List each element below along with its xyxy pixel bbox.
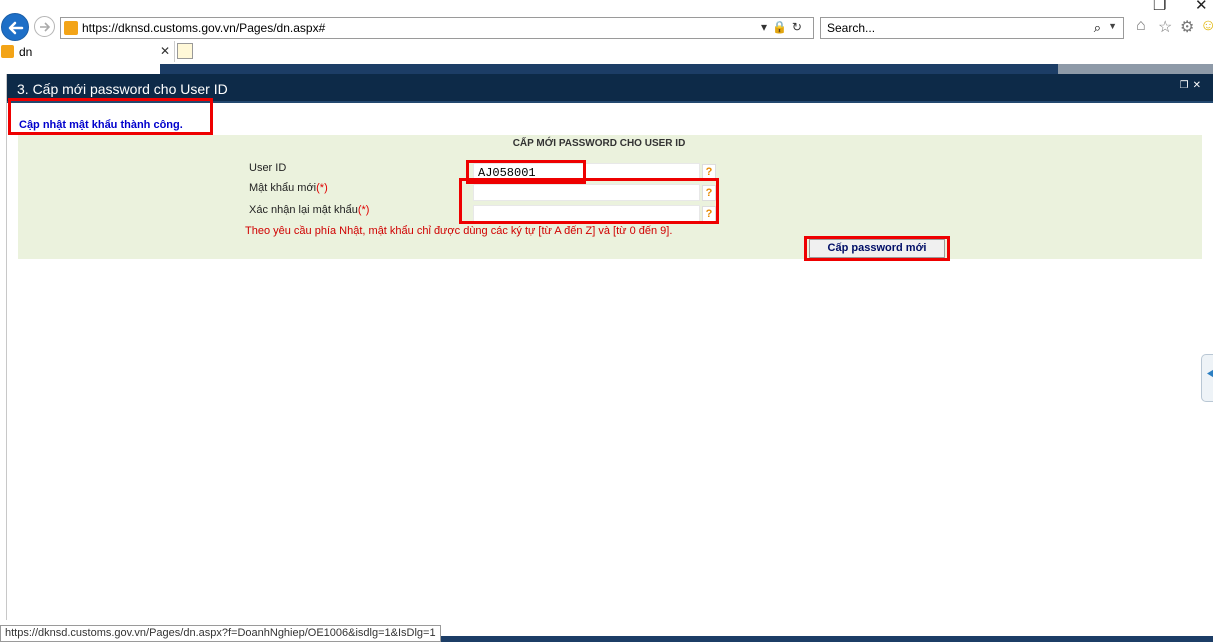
forward-button[interactable] bbox=[34, 16, 55, 37]
address-bar[interactable]: https://dknsd.customs.gov.vn/Pages/dn.as… bbox=[60, 17, 814, 39]
dialog-title: 3. Cấp mới password cho User ID bbox=[17, 81, 228, 97]
tab-title[interactable]: dn bbox=[19, 45, 32, 59]
address-tools[interactable]: ▾🔒↻ bbox=[761, 20, 807, 34]
new-password-label: Mật khẩu mới(*) bbox=[249, 182, 328, 194]
tab-favicon-icon bbox=[1, 45, 14, 58]
annotation-box-submit bbox=[804, 236, 950, 261]
favorites-star-icon[interactable]: ☆ bbox=[1158, 17, 1172, 37]
form-title: CẤP MỚI PASSWORD CHO USER ID bbox=[512, 138, 686, 149]
confirm-password-label: Xác nhận lại mật khẩu(*) bbox=[249, 204, 370, 216]
restore-window-icon[interactable]: ❐ bbox=[1153, 0, 1166, 14]
password-rule-note: Theo yêu cầu phía Nhật, mật khẩu chỉ đượ… bbox=[245, 225, 673, 237]
chevron-left-icon bbox=[1207, 368, 1213, 379]
tab-row: dn ✕ bbox=[0, 41, 1213, 62]
browser-chrome: https://dknsd.customs.gov.vn/Pages/dn.as… bbox=[0, 0, 1213, 64]
browser-tab[interactable]: dn ✕ bbox=[0, 41, 175, 62]
annotation-box-success bbox=[8, 98, 213, 135]
tab-close-icon[interactable]: ✕ bbox=[160, 44, 170, 58]
required-mark: (*) bbox=[357, 204, 370, 216]
home-icon[interactable]: ⌂ bbox=[1136, 17, 1146, 35]
address-url[interactable]: https://dknsd.customs.gov.vn/Pages/dn.as… bbox=[82, 21, 325, 35]
site-favicon-icon bbox=[64, 21, 78, 35]
footer-strip bbox=[438, 636, 1213, 642]
close-window-icon[interactable]: ✕ bbox=[1195, 0, 1208, 14]
site-banner-gray bbox=[1058, 64, 1213, 74]
search-icon[interactable]: ⌕ bbox=[1094, 20, 1101, 36]
dialog-window-controls[interactable]: ❐✕ bbox=[1180, 80, 1205, 91]
smiley-feedback-icon[interactable]: ☺ bbox=[1200, 17, 1213, 35]
annotation-box-password-fields bbox=[459, 178, 719, 224]
back-arrow-icon bbox=[8, 21, 24, 35]
panel-left-edge bbox=[0, 74, 7, 620]
required-mark: (*) bbox=[316, 182, 328, 194]
user-id-label: User ID bbox=[249, 162, 287, 174]
site-banner-dark bbox=[160, 64, 1058, 74]
settings-gear-icon[interactable]: ⚙ bbox=[1180, 17, 1194, 37]
side-panel-toggle[interactable] bbox=[1201, 354, 1213, 402]
page: https://dknsd.customs.gov.vn/Pages/dn.as… bbox=[0, 0, 1213, 642]
search-box[interactable]: Search... ⌕ ▼ bbox=[820, 17, 1124, 39]
search-dropdown-icon[interactable]: ▼ bbox=[1108, 21, 1117, 31]
forward-arrow-icon bbox=[40, 22, 51, 32]
back-button[interactable] bbox=[1, 13, 29, 41]
search-input[interactable]: Search... bbox=[827, 21, 875, 35]
status-bar-url: https://dknsd.customs.gov.vn/Pages/dn.as… bbox=[0, 625, 441, 642]
new-tab-icon[interactable] bbox=[177, 43, 193, 59]
